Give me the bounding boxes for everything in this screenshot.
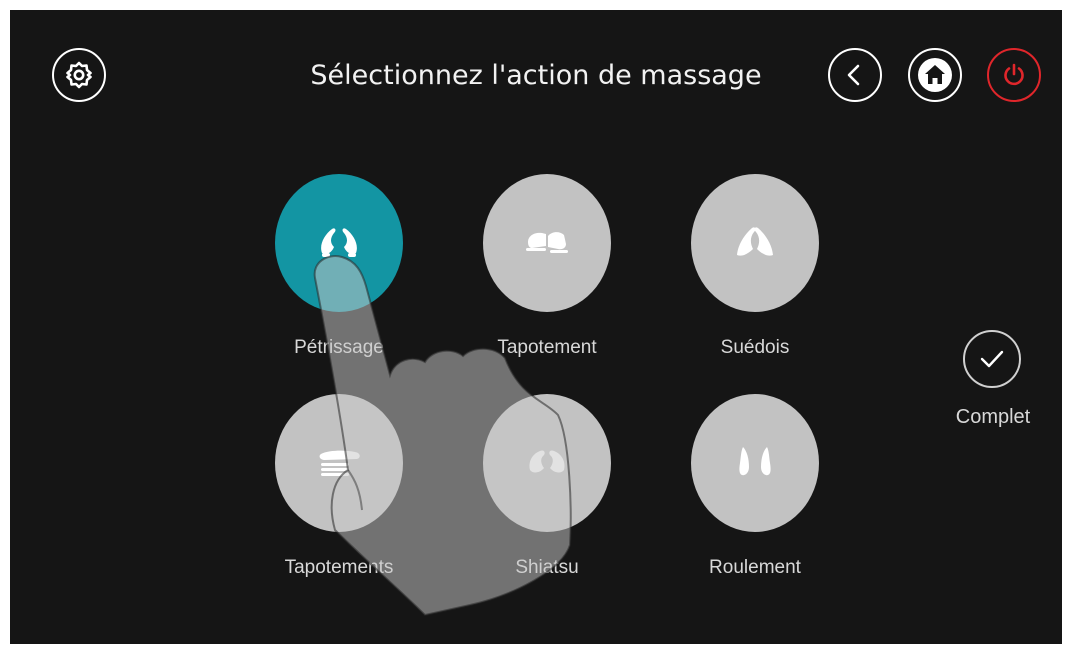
complete-circle[interactable]	[963, 330, 1021, 388]
action-label: Shiatsu	[515, 557, 579, 578]
power-button[interactable]	[987, 48, 1041, 102]
back-button[interactable]	[828, 48, 882, 102]
home-button[interactable]	[908, 48, 962, 102]
swedish-hands-icon	[732, 223, 778, 263]
chevron-left-icon	[843, 63, 867, 87]
action-circle	[483, 174, 611, 312]
complete-label: Complet	[955, 406, 1031, 428]
complete-button[interactable]: Complet	[945, 330, 1041, 440]
shiatsu-hands-icon	[524, 444, 570, 482]
action-circle	[275, 394, 403, 532]
action-roulement[interactable]: Roulement	[665, 394, 845, 594]
action-label: Tapotements	[284, 557, 394, 578]
action-suedois[interactable]: Suédois	[665, 174, 845, 374]
page-title: Sélectionnez l'action de massage	[310, 60, 762, 91]
action-circle	[275, 174, 403, 312]
action-petrissage[interactable]: Pétrissage	[249, 174, 429, 374]
kneading-hands-icon	[316, 223, 362, 263]
rolling-hands-icon	[735, 443, 775, 483]
action-label: Pétrissage	[294, 337, 384, 358]
tapping-hands-icon	[524, 226, 570, 260]
action-circle	[483, 394, 611, 532]
power-icon	[1001, 62, 1027, 88]
action-tapotements[interactable]: Tapotements	[249, 394, 429, 594]
action-circle	[691, 174, 819, 312]
home-icon	[917, 57, 953, 93]
action-shiatsu[interactable]: Shiatsu	[457, 394, 637, 594]
action-label: Roulement	[709, 557, 801, 578]
action-label: Tapotement	[497, 337, 597, 358]
action-tapotement[interactable]: Tapotement	[457, 174, 637, 374]
flat-hand-tapping-icon	[315, 446, 363, 480]
action-circle	[691, 394, 819, 532]
massage-screen: Sélectionnez l'action de massage Pétriss…	[10, 10, 1062, 644]
checkmark-icon	[979, 348, 1005, 370]
action-label: Suédois	[720, 337, 790, 358]
